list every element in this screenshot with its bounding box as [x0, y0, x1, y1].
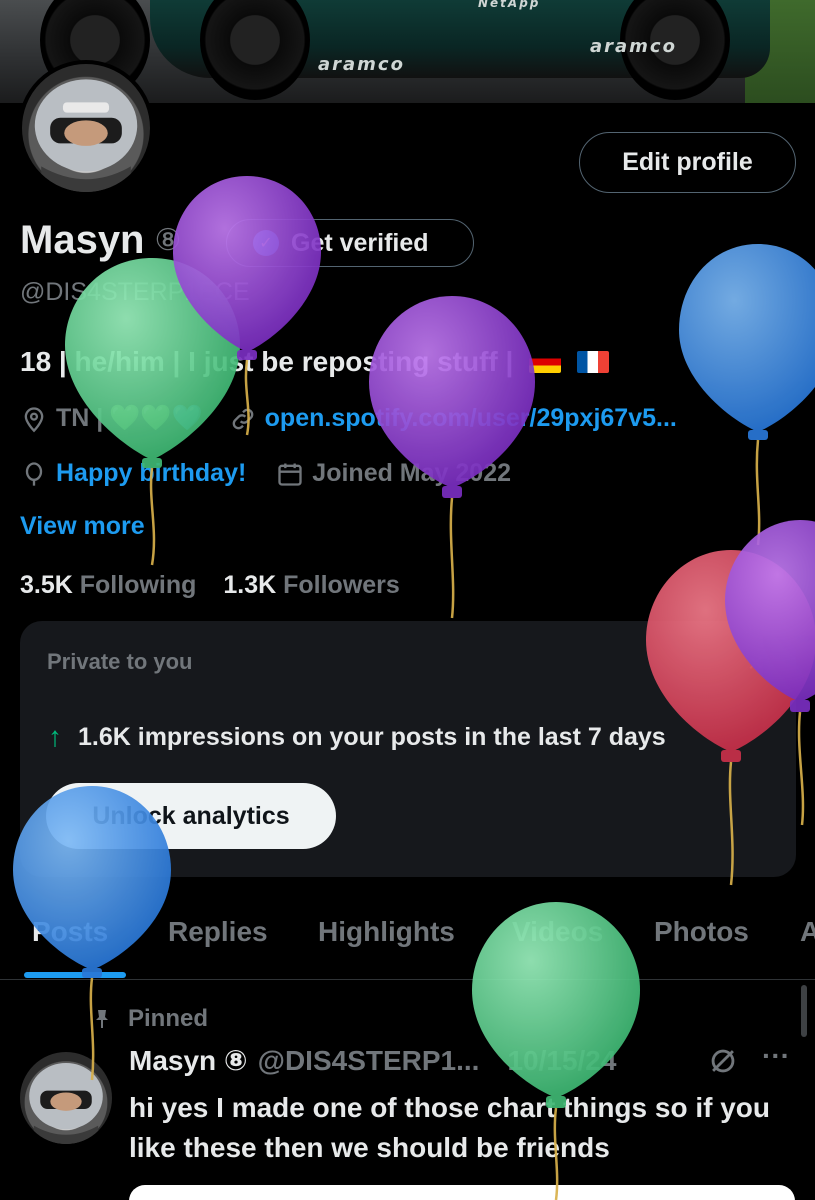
post-author-handle[interactable]: @DIS4STERP1...	[258, 1045, 480, 1077]
profile-bio: 18 | he/him | I just be reposting stuff …	[20, 346, 609, 378]
arrow-up-icon: ↑	[48, 721, 62, 752]
banner-sponsor-aramco: aramco	[318, 54, 405, 75]
verified-check-icon: ✓	[253, 230, 279, 256]
calendar-icon	[276, 460, 304, 488]
post-media-preview[interactable]	[129, 1185, 795, 1200]
get-verified-button[interactable]: ✓ Get verified	[226, 219, 474, 267]
tab-posts[interactable]: Posts	[32, 916, 108, 948]
balloon-icon	[20, 460, 48, 488]
follow-counts: 3.5K Following 1.3K Followers	[20, 571, 420, 600]
location-link-row: TN | 💚💚💙 open.spotify.com/user/29pxj67v5…	[20, 404, 677, 433]
display-name: Masyn	[20, 218, 145, 262]
grok-icon[interactable]	[706, 1044, 740, 1085]
profile-handle: @DIS4STERP1ECE	[20, 278, 250, 306]
pinned-indicator: Pinned	[90, 1005, 208, 1033]
scrollbar-thumb[interactable]	[801, 985, 807, 1037]
post-date[interactable]: 10/15/24	[507, 1045, 616, 1077]
link-icon	[229, 405, 257, 433]
post-text: hi yes I made one of those chart things …	[129, 1092, 770, 1163]
edit-profile-button[interactable]: Edit profile	[579, 132, 796, 193]
pin-icon	[96, 1010, 108, 1028]
followers-count: 1.3K	[223, 571, 277, 599]
view-more-link[interactable]: View more	[20, 512, 145, 541]
balloon-blue-1	[679, 244, 815, 546]
impressions-row: ↑ 1.6K impressions on your posts in the …	[48, 721, 666, 753]
active-tab-indicator	[24, 972, 126, 978]
germany-flag-icon	[529, 351, 562, 373]
post-author-name[interactable]: Masyn ⑧	[129, 1044, 248, 1077]
bio-text: 18 | he/him | I just be reposting stuff …	[20, 346, 514, 377]
get-verified-label: Get verified	[291, 228, 429, 257]
post-author-avatar[interactable]	[20, 1052, 112, 1144]
name-badge: ⑧	[154, 224, 182, 257]
unlock-analytics-button[interactable]: Unlock analytics	[46, 783, 336, 849]
post-avatar-helmet-image	[29, 1063, 103, 1144]
joined-date: Joined May 2022	[312, 459, 512, 487]
banner-sponsor-netapp: NetApp	[478, 0, 541, 10]
post-header: Masyn ⑧ @DIS4STERP1... 10/15/24	[129, 1044, 616, 1077]
location-hearts: 💚💚💙	[109, 404, 203, 432]
impressions-text: 1.6K impressions on your posts in the la…	[78, 722, 666, 751]
profile-avatar[interactable]	[18, 60, 154, 196]
analytics-card: Private to you × ↑ 1.6K impressions on y…	[20, 621, 796, 877]
birthday-text[interactable]: Happy birthday!	[56, 459, 246, 488]
close-icon[interactable]: ×	[748, 647, 764, 679]
tab-replies[interactable]: Replies	[168, 916, 268, 948]
following-count: 3.5K	[20, 571, 73, 599]
name-row: Masyn ⑧	[20, 218, 181, 263]
private-label: Private to you	[47, 649, 193, 674]
avatar-helmet-image	[34, 79, 138, 192]
pinned-label: Pinned	[128, 1005, 209, 1032]
following-link[interactable]: 3.5K Following	[20, 571, 216, 599]
more-options-icon[interactable]: ···	[762, 1040, 790, 1072]
tab-articles[interactable]: A	[800, 916, 815, 948]
tab-photos[interactable]: Photos	[654, 916, 749, 948]
banner-wheel-mid	[200, 0, 310, 100]
balloon-purple-2	[369, 296, 535, 619]
following-label: Following	[79, 571, 197, 599]
tab-highlights[interactable]: Highlights	[318, 916, 455, 948]
website-link[interactable]: open.spotify.com/user/29pxj67v5...	[265, 404, 677, 433]
location-text: TN |	[56, 404, 104, 432]
followers-label: Followers	[283, 571, 400, 599]
birthday-joined-row: Happy birthday! Joined May 2022	[20, 459, 511, 488]
followers-link[interactable]: 1.3K Followers	[223, 571, 419, 599]
france-flag-icon	[576, 351, 609, 373]
profile-tabs: Posts Replies Highlights Videos Photos A	[0, 910, 815, 980]
location-pin-icon	[20, 405, 48, 433]
tab-videos[interactable]: Videos	[512, 916, 603, 948]
banner-sponsor-aramco-2: aramco	[590, 36, 677, 57]
